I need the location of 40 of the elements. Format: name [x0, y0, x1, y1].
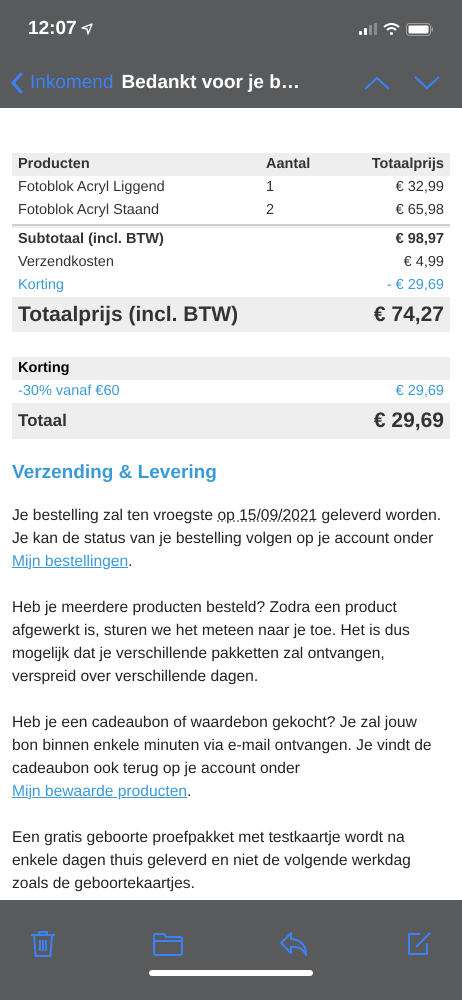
clock-time: 12:07	[28, 16, 77, 41]
date-link[interactable]: op 15/09/2021	[217, 506, 318, 524]
discount-label: -30% vanaf €60	[18, 382, 120, 401]
total-label: Totaalprijs (incl. BTW)	[18, 302, 238, 328]
summary-label: Subtotaal (incl. BTW)	[18, 230, 164, 249]
back-button[interactable]: Inkomend	[10, 68, 114, 98]
table-cell-text: € 65,98	[394, 200, 444, 220]
table-cell-text: € 32,99	[394, 178, 444, 197]
total-value: € 29,69	[374, 408, 444, 434]
section-heading: Verzending & Levering	[12, 461, 218, 485]
paragraph: Heb je meerdere producten besteld? Zodra een product afgewerkt is, sturen we het meteen naar je toe. Het is dus mogelijk dat je verschillende pakketten zal ontvangen, verspreid over verschillende dagen.	[12, 598, 411, 686]
column-header: Producten	[18, 154, 91, 174]
column-header: Aantal	[266, 154, 312, 174]
location-arrow-icon	[80, 23, 93, 35]
link[interactable]: Mijn bewaarde producten	[12, 782, 188, 800]
table-cell-text: Fotoblok Acryl Staand	[18, 200, 160, 220]
battery-icon	[406, 22, 434, 36]
up-chevron-icon[interactable]	[364, 76, 390, 90]
column-header: Totaalprijs	[370, 154, 444, 174]
paragraph: Heb je een cadeaubon of waardebon gekocht? Je zal jouw bon binnen enkele minuten via e-mail ontvangen. Je vindt de cadeaubon ook terug op je account onder Mijn bewaarde producten.	[12, 712, 433, 802]
summary-label: Korting	[18, 276, 64, 295]
total-value: € 74,27	[374, 302, 444, 328]
table-cell-text: 2	[266, 200, 276, 220]
link[interactable]: Mijn bestellingen	[12, 552, 128, 570]
back-chevron-icon[interactable]	[10, 72, 24, 94]
discount-value: € 29,69	[396, 382, 444, 401]
summary-value: € 4,99	[404, 252, 444, 272]
table-cell-text: 1	[266, 178, 276, 197]
paragraph: Een gratis geboorte proefpakket met testkaartje wordt na enkele dagen thuis geleverd en niet de volgende werkdag zoals de geboortekaartjes.	[12, 828, 412, 894]
table-cell-text: Fotoblok Acryl Liggend	[18, 178, 166, 197]
paragraph: Je bestelling zal ten vroegste op 15/09/2021 geleverd worden. Je kan de status van je bestelling volgen op je account onder Mijn bestellingen.	[12, 506, 442, 572]
message-title: Bedankt voor je b…	[121, 70, 300, 95]
summary-value: - € 29,69	[386, 276, 444, 295]
summary-value: € 98,97	[396, 230, 444, 249]
summary-label: Verzendkosten	[18, 252, 114, 272]
column-header: Korting	[18, 358, 70, 378]
wifi-icon	[383, 23, 400, 35]
down-chevron-icon[interactable]	[414, 76, 440, 90]
total-label: Totaal	[18, 410, 67, 432]
signal-icon	[359, 23, 377, 35]
